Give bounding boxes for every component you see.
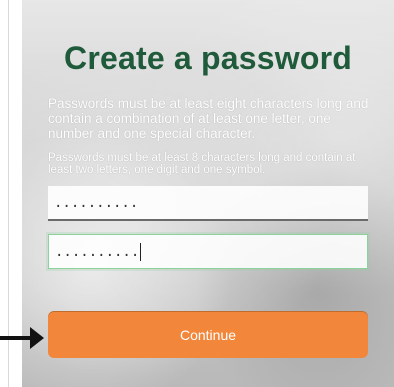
continue-button[interactable]: Continue xyxy=(48,311,368,358)
requirements-text-secondary: Passwords must be at least 8 characters … xyxy=(48,152,356,176)
confirm-password-masked-value: .......... xyxy=(55,243,140,260)
continue-button-label: Continue xyxy=(179,326,237,343)
password-masked-value: .......... xyxy=(54,194,139,211)
confirm-password-input[interactable]: .......... xyxy=(48,234,368,269)
right-arrow-icon xyxy=(0,327,44,349)
text-caret xyxy=(140,242,142,261)
requirements-text-primary: Passwords must be at least eight charact… xyxy=(48,96,369,141)
password-input[interactable]: .......... xyxy=(48,186,368,221)
password-panel: Create a password Passwords must be at l… xyxy=(22,0,394,387)
page-title: Create a password xyxy=(64,40,352,76)
